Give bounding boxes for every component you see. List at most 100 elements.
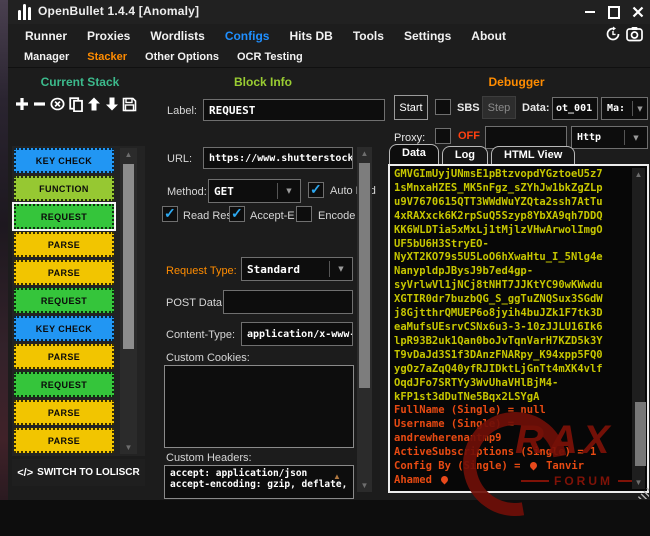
block-info-scrollbar[interactable]: ▲ ▼ <box>357 147 372 492</box>
tab-html-view[interactable]: HTML View <box>491 146 575 164</box>
submenu-items: ManagerStackerOther OptionsOCR Testing <box>8 47 650 68</box>
proxy-checkbox[interactable] <box>435 128 451 144</box>
minimize-button[interactable] <box>584 6 596 18</box>
menu-item-tools[interactable]: Tools <box>344 27 393 45</box>
submenu-item-manager[interactable]: Manager <box>16 49 77 65</box>
stack-block-parse[interactable]: PARSE <box>14 232 114 257</box>
stack-block-request[interactable]: REQUEST <box>14 372 114 397</box>
debugger-log-content: GMVGImUyjUNmsE1pBtzvopdYGztoeU5z71sMnxaH… <box>394 168 631 488</box>
debugger-title: Debugger <box>385 75 648 89</box>
menu-item-proxies[interactable]: Proxies <box>78 27 139 45</box>
add-block-icon[interactable] <box>14 95 29 113</box>
log-line: syVrlwVl1jNCj8tNHT7JJKtYC90wKWwdu <box>394 279 631 293</box>
stack-scrollbar[interactable]: ▲ ▼ <box>120 148 137 454</box>
menu-item-wordlists[interactable]: Wordlists <box>141 27 213 45</box>
encode-content-checkbox[interactable] <box>296 206 312 222</box>
clone-block-icon[interactable] <box>68 95 83 113</box>
stack-list-blocks: KEY CHECK FUNCTION REQUEST PARSE PARSE REQUES… <box>14 148 114 456</box>
scroll-down-icon[interactable]: ▼ <box>632 476 645 489</box>
result-line: Username (Single) = <box>394 418 631 432</box>
move-up-icon[interactable] <box>86 95 101 113</box>
label-field-input[interactable]: REQUEST <box>203 99 385 121</box>
scroll-down-icon[interactable]: ▼ <box>357 479 372 492</box>
stack-block-key-check[interactable]: KEY CHECK <box>14 148 114 173</box>
custom-cookies-label: Custom Cookies: <box>166 352 250 364</box>
accept-encoding-checkbox[interactable] <box>229 206 245 222</box>
scroll-up-icon[interactable]: ▲ <box>357 147 372 160</box>
submenu-item-stacker[interactable]: Stacker <box>79 49 135 65</box>
content-type-dropdown[interactable]: application/x-www- ▼ <box>241 322 353 346</box>
post-data-input[interactable] <box>223 290 353 314</box>
result-line: Ahamed <box>394 474 631 488</box>
log-line: 1sMnxaHZES_MK5nFgz_sZYhJw1bkZgZLp <box>394 182 631 196</box>
menu-bar-items: RunnerProxiesWordlistsConfigsHits DBTool… <box>8 24 650 47</box>
log-scrollbar[interactable]: ▲ ▼ <box>632 168 645 489</box>
debugger-log-area[interactable]: GMVGImUyjUNmsE1pBtzvopdYGztoeU5z71sMnxaH… <box>388 164 649 493</box>
auto-redirect-checkbox[interactable] <box>308 182 324 198</box>
submenu-item-ocr-testing[interactable]: OCR Testing <box>229 49 311 65</box>
debugger-tabs: DataLogHTML View <box>389 144 575 164</box>
post-data-label: POST Data: <box>166 297 225 309</box>
log-line: eaMufsUEsrvCSNx6u3-3-10zJJLU16Ik6 <box>394 321 631 335</box>
proxy-status: OFF <box>458 130 480 142</box>
result-line: FullName (Single) = null <box>394 404 631 418</box>
move-down-icon[interactable] <box>104 95 119 113</box>
save-icon[interactable] <box>122 95 137 113</box>
stack-block-key-check[interactable]: KEY CHECK <box>14 316 114 341</box>
custom-headers-textarea[interactable]: accept: application/json accept-encoding… <box>164 465 354 499</box>
current-stack-title: Current Stack <box>10 75 150 89</box>
maximize-button[interactable] <box>608 6 620 18</box>
stack-block-parse[interactable]: PARSE <box>14 344 114 369</box>
title-bar[interactable]: OpenBullet 1.4.4 [Anomaly] <box>8 0 650 24</box>
screenshot-camera-icon[interactable] <box>626 26 643 42</box>
scroll-down-icon[interactable]: ▼ <box>120 441 137 454</box>
history-icon[interactable] <box>605 26 621 42</box>
menu-item-hits-db[interactable]: Hits DB <box>280 27 341 45</box>
block-info-scrollbar-thumb[interactable] <box>359 163 370 388</box>
log-line: kFP1st3dDuTNe5Bqx2LSYgA <box>394 391 631 405</box>
log-line: GMVGImUyjUNmsE1pBtzvopdYGztoeU5z7 <box>394 168 631 182</box>
headers-scroll-up-icon[interactable]: ▲ <box>333 472 341 481</box>
log-line: ygOz7aZqQ40yfRJIDktLjGnTt4mXK4vlf <box>394 363 631 377</box>
step-button[interactable]: Step <box>482 96 516 119</box>
menu-item-runner[interactable]: Runner <box>16 27 76 45</box>
result-line: Config By (Single) = Tanvir <box>394 460 631 474</box>
proxy-type-dropdown[interactable]: Http ▼ <box>571 126 648 149</box>
close-button[interactable] <box>632 6 644 18</box>
switch-to-loliscript-button[interactable]: </> SWITCH TO LOLISCR <box>12 459 145 486</box>
method-dropdown[interactable]: GET ▼ <box>208 179 301 203</box>
stack-scrollbar-thumb[interactable] <box>123 164 134 349</box>
log-scrollbar-thumb[interactable] <box>635 402 646 466</box>
stack-block-request[interactable]: REQUEST <box>14 204 114 229</box>
chevron-down-icon: ▼ <box>625 134 647 142</box>
start-button[interactable]: Start <box>394 95 428 120</box>
stack-block-parse[interactable]: PARSE <box>14 260 114 285</box>
menu-item-configs[interactable]: Configs <box>216 27 279 45</box>
scroll-up-icon[interactable]: ▲ <box>120 148 137 161</box>
remove-block-icon[interactable] <box>32 95 47 113</box>
flame-icon <box>440 474 450 484</box>
menu-item-settings[interactable]: Settings <box>395 27 460 45</box>
stack-block-parse[interactable]: PARSE <box>14 400 114 425</box>
request-type-dropdown[interactable]: Standard ▼ <box>241 257 353 281</box>
method-label: Method: <box>167 186 207 198</box>
tab-data[interactable]: Data <box>389 144 439 164</box>
tab-log[interactable]: Log <box>442 146 488 164</box>
url-field-input[interactable]: https://www.shutterstock.com/sst <box>203 147 353 169</box>
stack-list: KEY CHECK FUNCTION REQUEST PARSE PARSE REQUES… <box>12 146 145 456</box>
log-line: j8GjtthrQMUEP6o8jyih4buJZk1F7tk3D <box>394 307 631 321</box>
scroll-up-icon[interactable]: ▲ <box>632 168 645 181</box>
stack-block-function[interactable]: FUNCTION <box>14 176 114 201</box>
sbs-checkbox[interactable] <box>435 99 451 115</box>
menu-item-about[interactable]: About <box>462 27 515 45</box>
custom-cookies-textarea[interactable] <box>164 365 354 448</box>
stack-block-parse[interactable]: PARSE <box>14 428 114 453</box>
stack-block-request[interactable]: REQUEST <box>14 288 114 313</box>
read-response-label: Read Res <box>183 210 232 222</box>
data-input[interactable]: ot_001 <box>552 97 598 120</box>
submenu-item-other-options[interactable]: Other Options <box>137 49 227 65</box>
read-response-checkbox[interactable] <box>162 206 178 222</box>
clear-stack-icon[interactable] <box>50 95 65 113</box>
accept-encoding-label: Accept-E <box>250 210 295 222</box>
wordlist-type-dropdown[interactable]: Ma: ▼ <box>601 97 648 120</box>
